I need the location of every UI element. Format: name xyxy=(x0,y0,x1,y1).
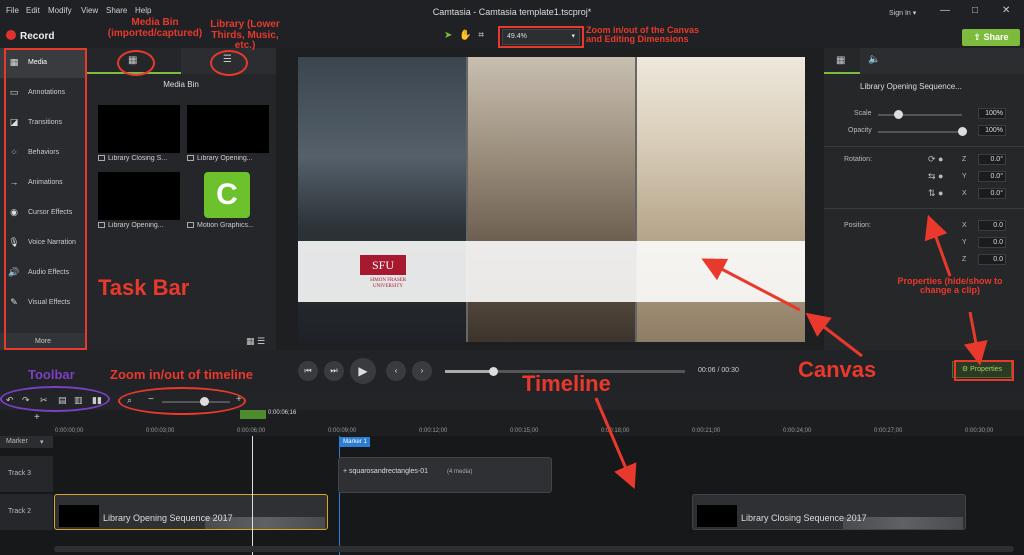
annotation-arrows xyxy=(594,214,988,490)
